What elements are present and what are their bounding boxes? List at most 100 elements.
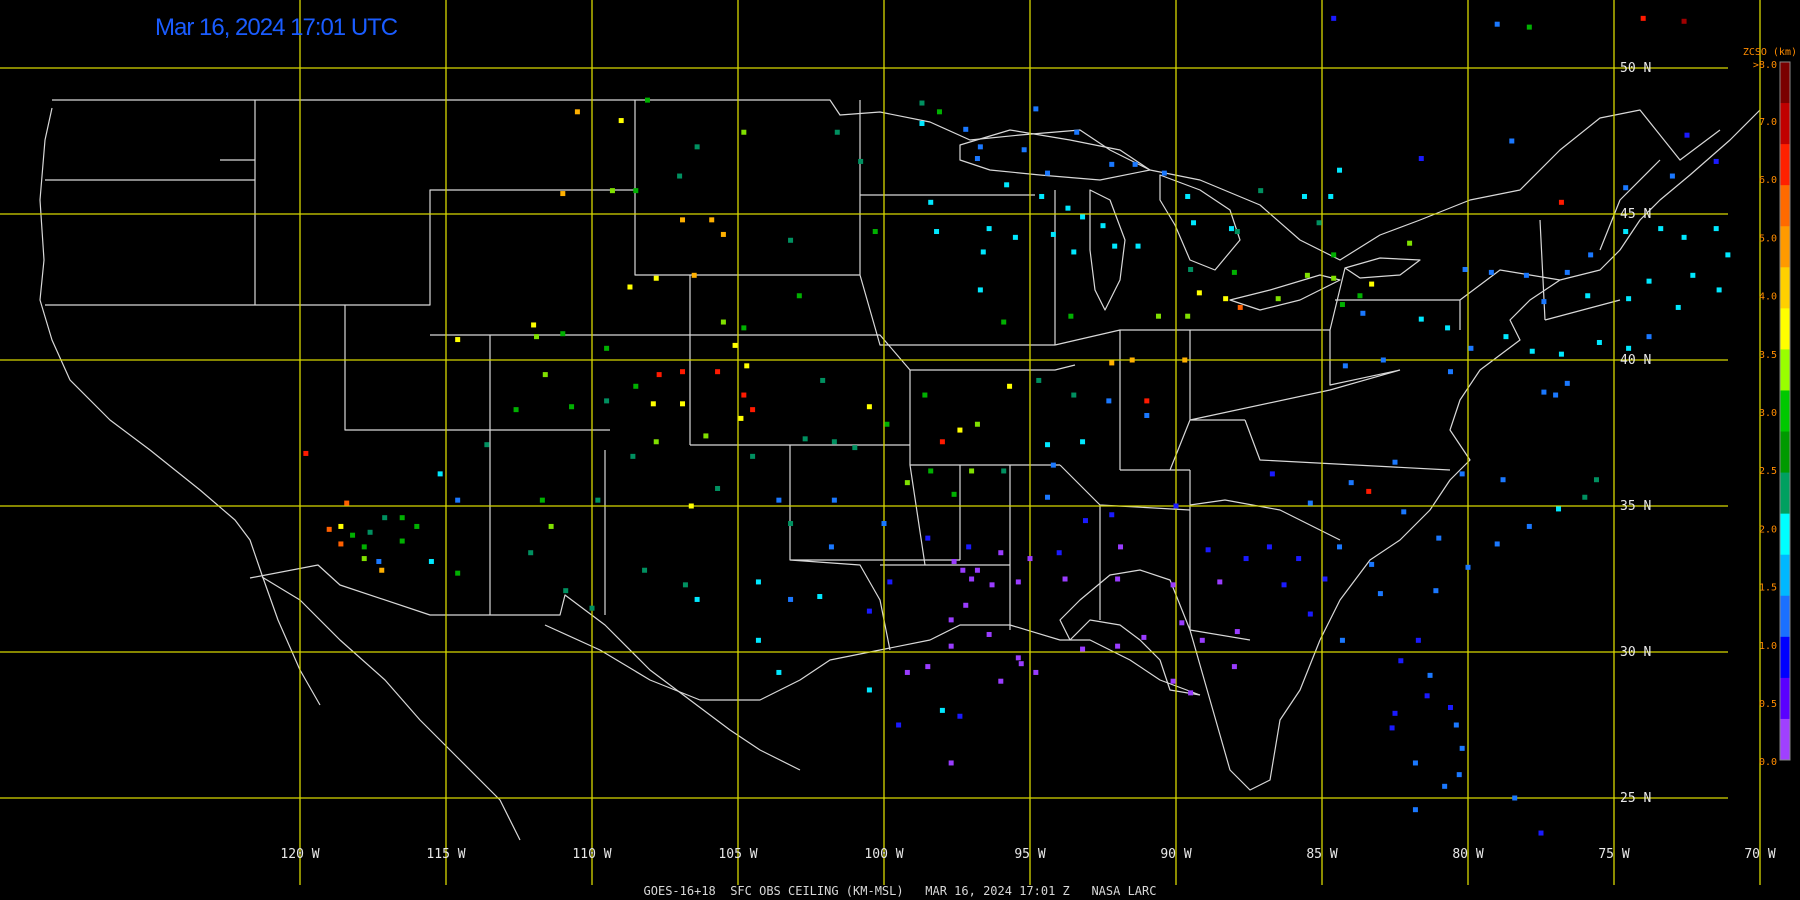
station-obs — [1050, 462, 1056, 468]
station-obs — [1170, 582, 1176, 588]
station-obs — [1626, 345, 1632, 351]
station-obs — [1106, 398, 1112, 404]
station-obs — [904, 669, 910, 675]
station-obs — [1681, 234, 1687, 240]
station-obs — [1080, 214, 1086, 220]
station-obs — [1436, 535, 1442, 541]
station-obs — [1322, 576, 1328, 582]
station-obs — [633, 188, 639, 194]
station-obs — [1141, 634, 1147, 640]
station-obs — [966, 544, 972, 550]
station-obs — [1713, 226, 1719, 232]
lon-label-75: 75 W — [1598, 847, 1629, 862]
station-obs — [350, 532, 356, 538]
station-obs — [1185, 313, 1191, 319]
station-obs — [963, 126, 969, 132]
station-obs — [1155, 313, 1161, 319]
station-obs — [1112, 243, 1118, 249]
station-obs — [1269, 471, 1275, 477]
station-obs — [1646, 334, 1652, 340]
station-obs — [1459, 745, 1465, 751]
station-obs — [1275, 296, 1281, 302]
station-obs — [1234, 229, 1240, 235]
station-obs — [1182, 357, 1188, 363]
station-obs — [1045, 494, 1051, 500]
lon-label-85: 85 W — [1306, 847, 1337, 862]
station-obs — [1526, 24, 1532, 30]
station-obs — [738, 415, 744, 421]
station-obs — [925, 664, 931, 670]
station-obs — [1331, 15, 1337, 21]
station-obs — [399, 515, 405, 521]
station-obs — [653, 275, 659, 281]
legend-band — [1780, 267, 1790, 309]
station-obs — [834, 129, 840, 135]
station-obs — [428, 558, 434, 564]
station-obs — [1188, 266, 1194, 272]
station-obs — [1007, 383, 1013, 389]
station-obs — [539, 497, 545, 503]
station-obs — [741, 325, 747, 331]
station-obs — [939, 707, 945, 713]
station-obs — [1027, 556, 1033, 562]
lat-label-50: 50 N — [1620, 61, 1651, 76]
station-obs — [1623, 185, 1629, 191]
station-obs — [1056, 550, 1062, 556]
station-obs — [1646, 278, 1652, 284]
station-obs — [609, 188, 615, 194]
station-obs — [1223, 296, 1229, 302]
station-obs — [1196, 290, 1202, 296]
station-obs — [884, 421, 890, 427]
station-obs — [939, 439, 945, 445]
station-obs — [974, 421, 980, 427]
station-obs — [560, 331, 566, 337]
station-obs — [1115, 643, 1121, 649]
station-obs — [1447, 704, 1453, 710]
station-obs — [691, 272, 697, 278]
station-obs — [1015, 579, 1021, 585]
station-obs — [1179, 620, 1185, 626]
station-obs — [1558, 199, 1564, 205]
station-obs — [1071, 249, 1077, 255]
legend-label: 1.0 — [1759, 641, 1777, 652]
station-obs — [1339, 302, 1345, 308]
lat-label-45: 45 N — [1620, 207, 1651, 222]
station-obs — [1348, 480, 1354, 486]
station-obs — [1357, 293, 1363, 299]
station-obs — [980, 249, 986, 255]
lon-label-115: 115 W — [426, 847, 465, 862]
legend-band — [1780, 62, 1790, 104]
station-obs — [1228, 226, 1234, 232]
station-obs — [1459, 471, 1465, 477]
station-obs — [569, 404, 575, 410]
legend-label: 4.0 — [1759, 292, 1777, 303]
station-obs — [1065, 205, 1071, 211]
station-obs — [414, 523, 420, 529]
station-obs — [1442, 783, 1448, 789]
station-obs — [750, 453, 756, 459]
station-obs — [455, 497, 461, 503]
station-obs — [1529, 348, 1535, 354]
station-obs — [1033, 106, 1039, 112]
station-obs — [1418, 316, 1424, 322]
legend-label: 0.0 — [1759, 757, 1777, 768]
station-obs — [1392, 710, 1398, 716]
station-obs — [788, 237, 794, 243]
station-obs — [1684, 132, 1690, 138]
map-timestamp: Mar 16, 2024 17:01 UTC — [155, 14, 398, 41]
legend-label: 6.0 — [1759, 175, 1777, 186]
station-obs — [750, 407, 756, 413]
station-obs — [367, 529, 373, 535]
station-obs — [618, 118, 624, 124]
station-obs — [1593, 477, 1599, 483]
legend-label: 7.0 — [1759, 117, 1777, 128]
station-obs — [694, 144, 700, 150]
station-obs — [1494, 541, 1500, 547]
station-obs — [1407, 240, 1413, 246]
station-obs — [1412, 760, 1418, 766]
station-obs — [1339, 637, 1345, 643]
station-obs — [928, 199, 934, 205]
station-obs — [1296, 556, 1302, 562]
station-obs — [802, 436, 808, 442]
legend-band — [1780, 554, 1790, 597]
